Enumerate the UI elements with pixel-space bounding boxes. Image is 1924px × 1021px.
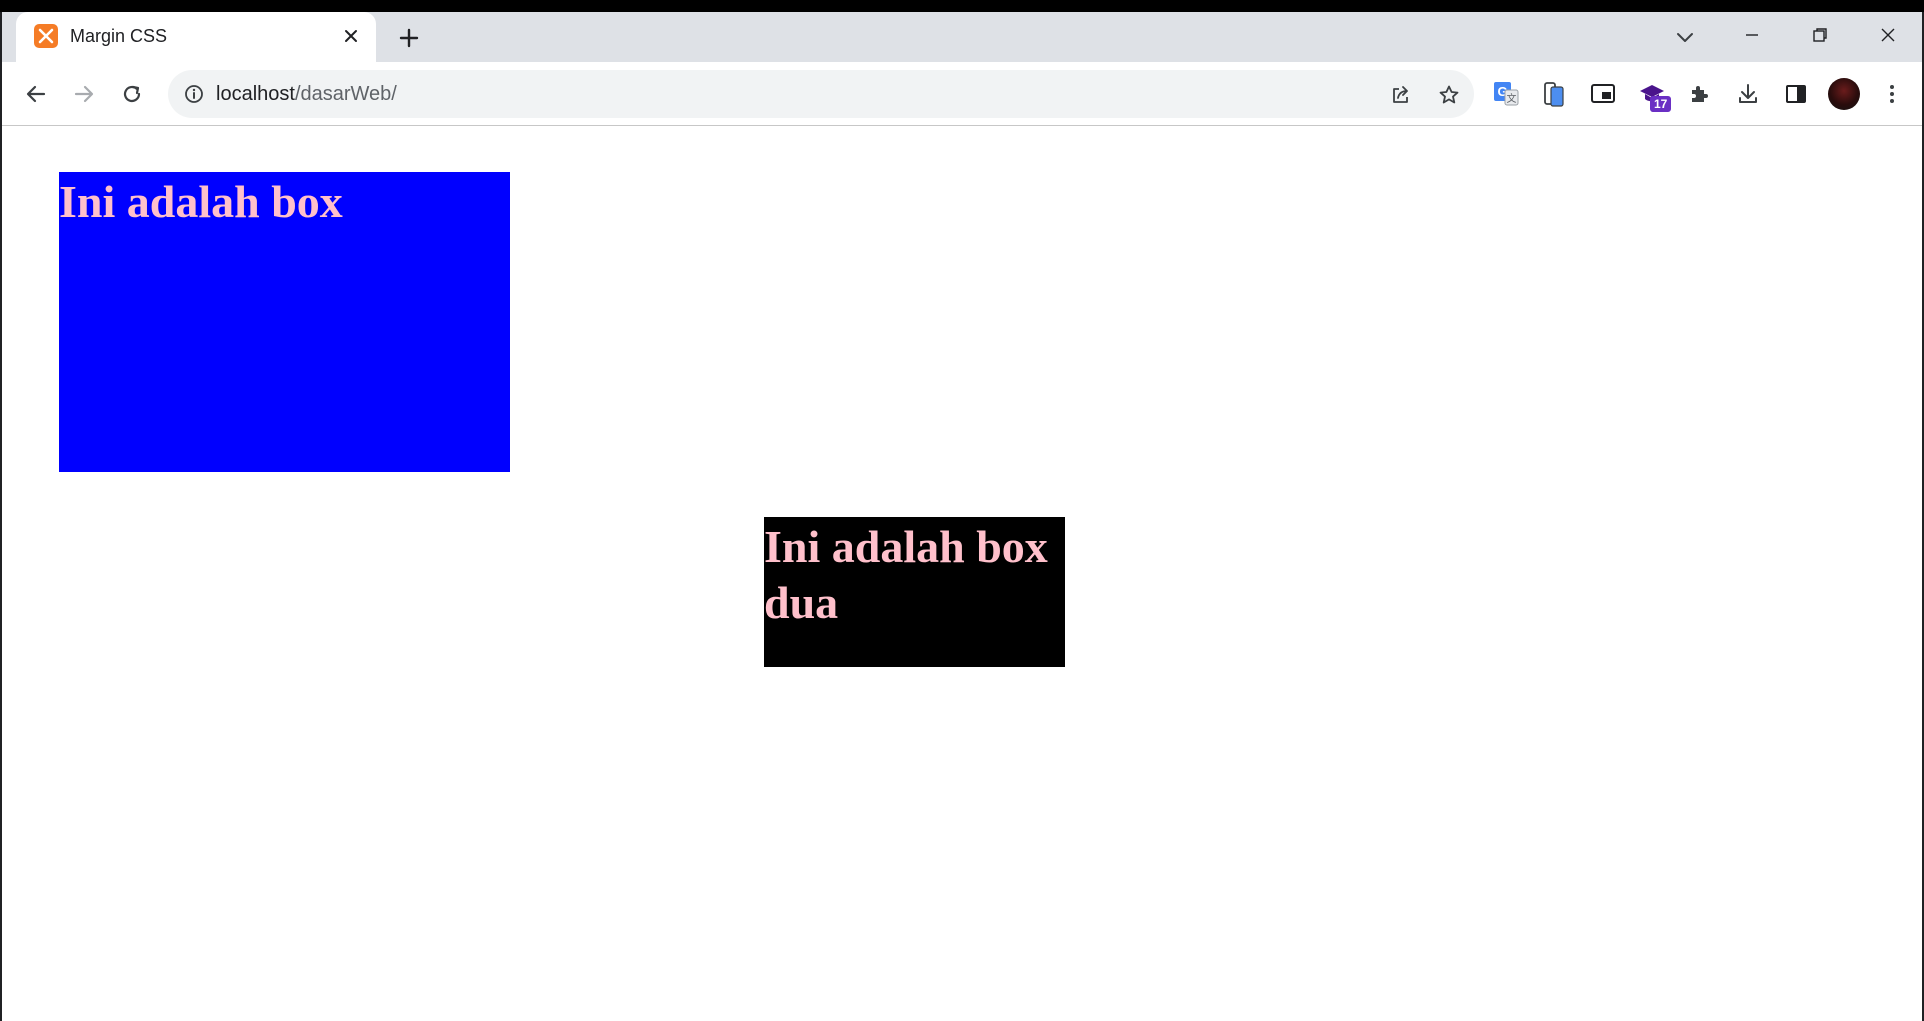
device-mirror-icon[interactable] [1538,78,1570,110]
side-panel-icon[interactable] [1780,78,1812,110]
site-info-icon[interactable] [182,82,206,106]
url-host: localhost [216,83,295,105]
xampp-icon [34,24,58,48]
picture-in-picture-icon[interactable] [1587,78,1619,110]
page-content: Ini adalah box Ini adalah box dua [2,127,1922,1021]
box-two: Ini adalah box dua [764,517,1065,667]
minimize-icon[interactable] [1732,18,1772,52]
extensions-puzzle-icon[interactable] [1684,78,1716,110]
new-tab-plus-icon[interactable] [394,23,424,53]
browser-toolbar: localhost/dasarWeb/ G文 17 [2,62,1922,126]
address-bar[interactable]: localhost/dasarWeb/ [168,70,1474,118]
more-menu-icon[interactable] [1876,78,1908,110]
window-close-icon[interactable] [1868,18,1908,52]
tab-strip: Margin CSS [2,12,1922,62]
tab-close-icon[interactable] [338,23,364,49]
google-translate-icon[interactable]: G文 [1490,78,1522,110]
url-text[interactable]: localhost/dasarWeb/ [216,83,397,106]
download-icon[interactable] [1732,78,1764,110]
tab-title: Margin CSS [70,26,168,46]
graduation-cap-icon[interactable]: 17 [1636,78,1672,112]
tab-search-chevron-down-icon[interactable] [1670,22,1700,52]
forward-arrow-icon[interactable] [68,78,100,110]
browser-window: Margin CSS localhost/dasarWeb/ G 文 17 In… [0,12,1924,1021]
reload-icon[interactable] [116,78,148,110]
restore-icon[interactable] [1800,18,1840,52]
tab-margin-css[interactable]: Margin CSS [16,12,376,62]
box-one: Ini adalah box [59,172,510,472]
back-arrow-icon[interactable] [20,78,52,110]
box-two-heading: Ini adalah box dua [764,521,1048,628]
box-one-heading: Ini adalah box [59,176,343,227]
profile-avatar[interactable] [1828,78,1860,110]
extension-badge-count: 17 [1650,96,1672,112]
svg-text:文: 文 [1507,92,1517,105]
bookmark-star-icon[interactable] [1436,82,1462,108]
share-icon[interactable] [1388,82,1414,108]
url-path: /dasarWeb/ [294,83,397,105]
